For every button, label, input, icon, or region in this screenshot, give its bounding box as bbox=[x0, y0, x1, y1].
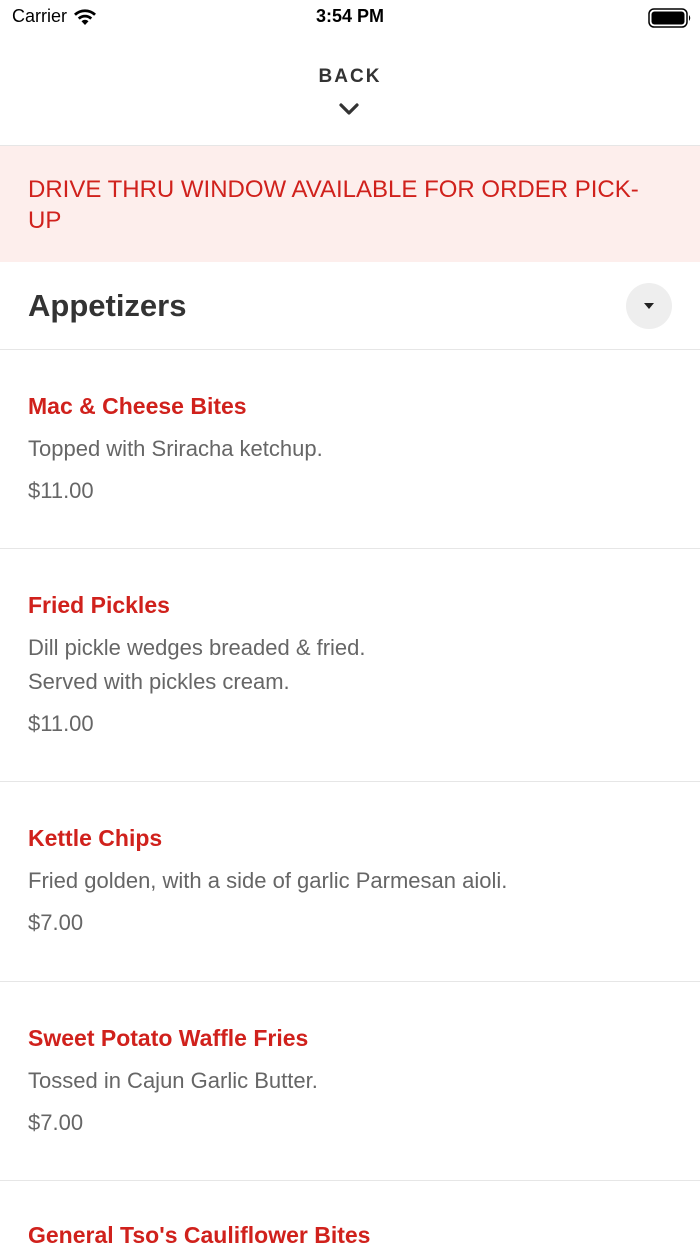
menu-item[interactable]: Mac & Cheese Bites Topped with Sriracha … bbox=[0, 350, 700, 549]
menu-list: Mac & Cheese Bites Topped with Sriracha … bbox=[0, 350, 700, 1248]
item-name: Mac & Cheese Bites bbox=[28, 393, 247, 419]
status-time: 3:54 PM bbox=[315, 6, 385, 26]
chevron-down-icon bbox=[339, 103, 359, 115]
item-name: Sweet Potato Waffle Fries bbox=[28, 1025, 309, 1051]
status-bar: Carrier 3:54 PM bbox=[0, 0, 700, 40]
menu-item[interactable]: Sweet Potato Waffle Fries Tossed in Caju… bbox=[0, 982, 700, 1181]
section-header: Appetizers bbox=[0, 262, 700, 350]
item-name: Kettle Chips bbox=[28, 825, 163, 851]
item-price: $11.00 bbox=[28, 711, 94, 736]
item-name: General Tso's Cauliflower Bites bbox=[28, 1222, 371, 1248]
back-label: BACK bbox=[318, 66, 382, 87]
banner-text: DRIVE THRU WINDOW AVAILABLE FOR ORDER PI… bbox=[28, 176, 639, 234]
drive-thru-banner: DRIVE THRU WINDOW AVAILABLE FOR ORDER PI… bbox=[0, 146, 700, 262]
item-name: Fried Pickles bbox=[28, 592, 170, 618]
item-description: Dill pickle wedges breaded & fried. Serv… bbox=[28, 635, 366, 694]
item-description: Fried golden, with a side of garlic Parm… bbox=[28, 868, 508, 893]
menu-item[interactable]: Kettle Chips Fried golden, with a side o… bbox=[0, 782, 700, 982]
item-description: Topped with Sriracha ketchup. bbox=[28, 436, 323, 461]
menu-item[interactable]: General Tso's Cauliflower Bites bbox=[0, 1181, 700, 1248]
item-price: $7.00 bbox=[28, 910, 84, 935]
item-price: $7.00 bbox=[28, 1110, 84, 1135]
item-price: $11.00 bbox=[28, 478, 94, 503]
section-collapse-button[interactable] bbox=[626, 283, 672, 329]
section-title: Appetizers bbox=[28, 288, 187, 323]
caret-down-icon bbox=[644, 303, 654, 309]
menu-item[interactable]: Fried Pickles Dill pickle wedges breaded… bbox=[0, 549, 700, 782]
back-button[interactable]: BACK bbox=[0, 40, 700, 146]
item-description: Tossed in Cajun Garlic Butter. bbox=[28, 1068, 318, 1093]
battery-icon bbox=[648, 8, 691, 28]
